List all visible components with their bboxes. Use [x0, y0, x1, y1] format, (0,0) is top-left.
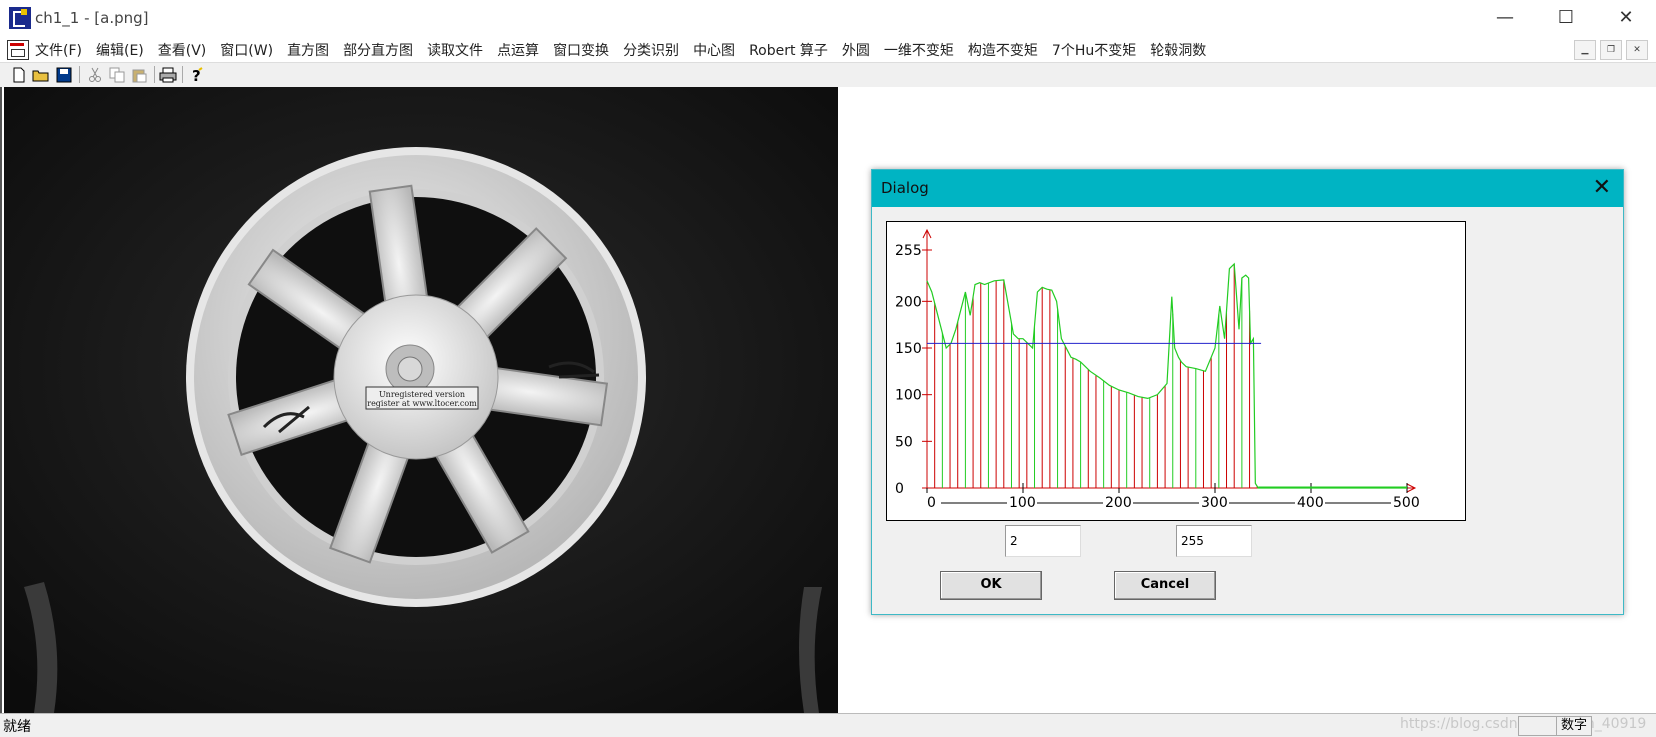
close-button[interactable]: ✕ [1603, 0, 1649, 36]
menu-item-6[interactable]: 读取文件 [427, 40, 483, 60]
copy-icon[interactable] [108, 66, 126, 83]
maximize-button[interactable]: ☐ [1543, 0, 1589, 36]
paste-icon[interactable] [130, 66, 148, 83]
menu-item-4[interactable]: 直方图 [287, 40, 329, 60]
dialog-title: Dialog [881, 179, 929, 197]
menu-items: 文件(F) 编辑(E) 查看(V) 窗口(W) 直方图 部分直方图 读取文件 点运算 窗口变换分… [35, 40, 1220, 60]
menu-item-5[interactable]: 部分直方图 [343, 40, 413, 60]
menu-item-0[interactable]: 文件(F) [35, 40, 82, 60]
image-label-line1: Unregistered version [379, 390, 465, 399]
menu-bar: 文件(F) 编辑(E) 查看(V) 窗口(W) 直方图 部分直方图 读取文件 点运算 窗口变换分… [0, 38, 1656, 62]
mdi-controls: ▁ ❐ ✕ [1574, 40, 1648, 60]
wheel-image: Unregistered version register at www.lto… [4, 87, 838, 713]
dialog-close-icon[interactable]: ✕ [1593, 176, 1611, 200]
x-tick-label-0: 0 [927, 495, 936, 511]
y-tick-label-1: 50 [895, 434, 913, 450]
open-icon[interactable] [32, 66, 50, 83]
status-bar: 就绪 https://blog.csdn.net/weixin_40919 数字 [0, 713, 1656, 737]
menu-item-16[interactable]: 轮毂洞数 [1150, 40, 1206, 60]
status-ready: 就绪 [3, 719, 31, 735]
mdi-close-button[interactable]: ✕ [1626, 40, 1648, 60]
histogram-chart: 0 50 100 150 200 255 0 100 200 300 400 500 [886, 221, 1466, 521]
series-line-0 [926, 262, 1407, 489]
menu-item-14[interactable]: 构造不变矩 [968, 40, 1038, 60]
menu-item-9[interactable]: 分类识别 [623, 40, 679, 60]
menu-item-8[interactable]: 窗口变换 [553, 40, 609, 60]
menu-item-7[interactable]: 点运算 [497, 40, 539, 60]
histogram-dialog: Dialog ✕ 0 50 100 150 200 255 0 100 200 300 400 500… [871, 169, 1624, 615]
menu-item-10[interactable]: 中心图 [693, 40, 735, 60]
y-tick-label-4: 200 [895, 294, 922, 310]
cut-icon[interactable] [86, 66, 104, 83]
mdi-restore-button[interactable]: ❐ [1600, 40, 1622, 60]
ok-button[interactable]: OK [940, 571, 1042, 600]
help-icon[interactable]: ? [188, 66, 206, 83]
new-icon[interactable] [10, 66, 28, 83]
mdi-minimize-button[interactable]: ▁ [1574, 40, 1596, 60]
y-tick-label-0: 0 [895, 481, 904, 497]
dialog-title-bar[interactable]: Dialog ✕ [872, 170, 1623, 207]
cancel-button[interactable]: Cancel [1114, 571, 1216, 600]
print-icon[interactable] [159, 66, 177, 83]
x-tick-label-1: 100 [1009, 495, 1036, 511]
y-tick-label-3: 150 [895, 341, 922, 357]
toolbar: ? [0, 62, 1656, 88]
menu-item-3[interactable]: 窗口(W) [220, 40, 273, 60]
menu-item-1[interactable]: 编辑(E) [96, 40, 144, 60]
status-pane-blank [1518, 716, 1558, 736]
title-bar: ch1_1 - [a.png] — ☐ ✕ [0, 0, 1656, 38]
image-label-line2: register at www.ltocer.com [367, 399, 477, 408]
threshold-low-input[interactable] [1005, 525, 1081, 557]
app-icon [9, 7, 31, 29]
x-tick-label-4: 400 [1297, 495, 1324, 511]
threshold-high-input[interactable] [1176, 525, 1252, 557]
menu-item-12[interactable]: 外圆 [842, 40, 870, 60]
window-title: ch1_1 - [a.png] [35, 9, 149, 27]
y-tick-label-2: 100 [895, 388, 922, 404]
x-tick-label-3: 300 [1201, 495, 1228, 511]
menu-item-2[interactable]: 查看(V) [158, 40, 207, 60]
status-numlock: 数字 [1556, 716, 1593, 736]
save-icon[interactable] [55, 66, 73, 83]
minimize-button[interactable]: — [1482, 0, 1528, 36]
x-tick-label-2: 200 [1105, 495, 1132, 511]
menu-item-15[interactable]: 7个Hu不变矩 [1052, 40, 1136, 60]
menu-item-13[interactable]: 一维不变矩 [884, 40, 954, 60]
x-tick-label-5: 500 [1393, 495, 1420, 511]
y-tick-label-5: 255 [895, 243, 922, 259]
document-icon[interactable] [7, 40, 29, 60]
menu-item-11[interactable]: Robert 算子 [749, 40, 828, 60]
